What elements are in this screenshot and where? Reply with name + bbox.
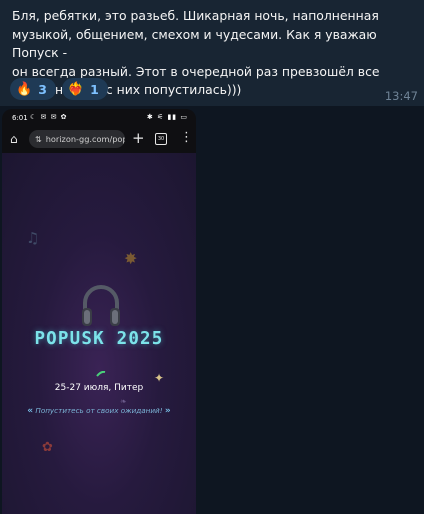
site-settings-icon[interactable]: ⇅ — [35, 135, 42, 144]
web-page: ♫ ✸ POPUSK 2025 ✦ 25-27 июля, Питер ❧ « … — [2, 153, 196, 514]
phone-status-bar: 6:01 ☾ ✉ ✉ ✿ ✱ ⚟ ▮▮ ▭ — [2, 109, 196, 127]
fire-icon: 🔥 — [16, 81, 33, 97]
heart-on-fire-icon: ❤️‍🔥 — [67, 81, 85, 97]
flower-icon: ✿ — [42, 440, 53, 455]
tabs-icon[interactable]: 30 — [155, 133, 167, 145]
reaction-fire[interactable]: 🔥 3 — [10, 78, 56, 100]
reaction-count: 1 — [90, 81, 99, 97]
more-menu-icon[interactable]: ⋮ — [180, 130, 193, 145]
event-tagline: « Попуститесь от своих ожиданий! » — [2, 406, 196, 416]
leaf-icon: ❧ — [120, 397, 127, 406]
screenshot-image[interactable]: 6:01 ☾ ✉ ✉ ✿ ✱ ⚟ ▮▮ ▭ ⌂ ⇅ horizon-gg.com… — [2, 109, 196, 514]
event-title: POPUSK 2025 — [34, 329, 164, 349]
message-time: 13:47 — [384, 89, 418, 103]
headphones-icon — [82, 285, 120, 326]
browser-toolbar: ⌂ ⇅ horizon-gg.com/pop + 30 ⋮ — [2, 127, 196, 153]
home-icon[interactable]: ⌂ — [10, 132, 18, 146]
status-icons-right: ✱ ⚟ ▮▮ ▭ — [146, 113, 188, 121]
new-tab-icon[interactable]: + — [132, 129, 145, 147]
green-stroke-icon — [96, 371, 106, 377]
url-bar[interactable]: ⇅ horizon-gg.com/pop — [29, 130, 125, 148]
splat-icon: ✸ — [124, 249, 138, 268]
message-bubble: Бля, ребятки, это разьеб. Шикарная ночь,… — [0, 0, 424, 106]
reaction-heart-on-fire[interactable]: ❤️‍🔥 1 — [61, 78, 108, 100]
reaction-count: 3 — [38, 81, 47, 97]
status-icons-left: ☾ ✉ ✉ ✿ — [30, 113, 68, 121]
quote-open: « — [27, 406, 34, 416]
quote-close: » — [164, 406, 171, 416]
event-dates: 25-27 июля, Питер — [54, 383, 144, 393]
tagline-text: Попуститесь от своих ожиданий! — [35, 406, 163, 415]
url-text: horizon-gg.com/pop — [45, 134, 125, 144]
reactions-row: 🔥 3 ❤️‍🔥 1 — [10, 78, 108, 100]
music-note-icon: ♫ — [26, 229, 40, 247]
status-clock: 6:01 — [12, 114, 28, 122]
